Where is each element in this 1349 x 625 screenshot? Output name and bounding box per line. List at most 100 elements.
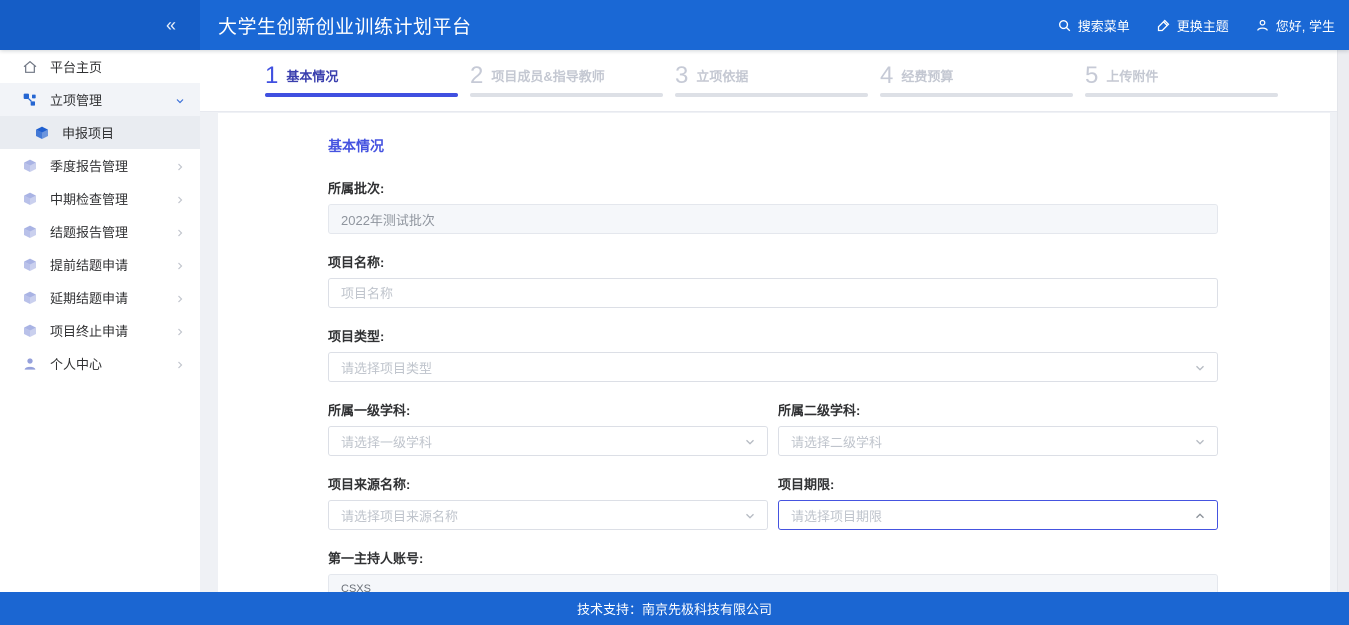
leader-account-input xyxy=(341,583,1205,592)
change-theme-button[interactable]: 更换主题 xyxy=(1156,16,1229,35)
sidebar-item-declare-project[interactable]: 申报项目 xyxy=(0,116,200,149)
search-menu-label: 搜索菜单 xyxy=(1078,16,1130,35)
step-number: 3 xyxy=(675,64,688,88)
duration-field-group: 项目期限: 请选择项目期限 xyxy=(778,476,1218,530)
theme-brush-icon xyxy=(1156,18,1171,33)
step-basic-info[interactable]: 1 基本情况 xyxy=(265,64,458,97)
sidebar-item-project-termination[interactable]: 项目终止申请 xyxy=(0,314,200,347)
cube-icon xyxy=(22,257,38,273)
person-icon xyxy=(22,356,38,372)
discipline1-select[interactable]: 请选择一级学科 xyxy=(328,426,768,456)
user-greeting-label: 您好, 学生 xyxy=(1276,16,1335,35)
chevron-right-icon xyxy=(174,325,186,337)
sidebar-item-final-report[interactable]: 结题报告管理 xyxy=(0,215,200,248)
sidebar-item-midterm-check[interactable]: 中期检查管理 xyxy=(0,182,200,215)
step-project-basis[interactable]: 3 立项依据 xyxy=(675,64,868,97)
project-type-field-group: 项目类型: 请选择项目类型 xyxy=(328,328,1218,382)
chevron-down-icon xyxy=(743,435,757,454)
step-members-advisors[interactable]: 2 项目成员&指导教师 xyxy=(470,64,663,97)
source-duration-row: 项目来源名称: 请选择项目来源名称 项目期限: 请选择项目期限 xyxy=(328,476,1218,550)
chevron-down-icon xyxy=(743,509,757,528)
batch-label: 所属批次: xyxy=(328,180,1218,198)
batch-field-group: 所属批次: xyxy=(328,180,1218,234)
duration-select[interactable]: 请选择项目期限 xyxy=(778,500,1218,530)
project-flow-icon xyxy=(22,92,38,108)
source-name-placeholder: 请选择项目来源名称 xyxy=(341,506,755,525)
top-header: « 大学生创新创业训练计划平台 搜索菜单 更换主题 您好, 学生 xyxy=(0,0,1349,50)
sidebar-item-quarterly-report[interactable]: 季度报告管理 xyxy=(0,149,200,182)
search-icon xyxy=(1057,18,1072,33)
step-label: 经费预算 xyxy=(901,66,953,88)
header-actions: 搜索菜单 更换主题 您好, 学生 xyxy=(1057,0,1335,50)
sidebar-item-label: 平台主页 xyxy=(50,57,186,76)
vertical-scrollbar[interactable] xyxy=(1337,50,1349,592)
sidebar-item-personal-center[interactable]: 个人中心 xyxy=(0,347,200,380)
cube-icon xyxy=(22,191,38,207)
source-name-field-group: 项目来源名称: 请选择项目来源名称 xyxy=(328,476,768,530)
batch-input-wrapper xyxy=(328,204,1218,234)
chevron-down-icon xyxy=(1193,435,1207,454)
source-name-label: 项目来源名称: xyxy=(328,476,768,494)
project-name-field-group: 项目名称: xyxy=(328,254,1218,308)
sidebar-item-delay-conclusion[interactable]: 延期结题申请 xyxy=(0,281,200,314)
tech-support-text: 技术支持：南京先极科技有限公司 xyxy=(577,599,772,618)
project-type-select[interactable]: 请选择项目类型 xyxy=(328,352,1218,382)
change-theme-label: 更换主题 xyxy=(1177,16,1229,35)
project-type-placeholder: 请选择项目类型 xyxy=(341,358,1205,377)
sidebar-item-project-management[interactable]: 立项管理 xyxy=(0,83,200,116)
header-logo-area: « xyxy=(0,0,200,50)
user-menu[interactable]: 您好, 学生 xyxy=(1255,16,1335,35)
step-progress-bar xyxy=(470,93,663,97)
project-name-input-wrapper xyxy=(328,278,1218,308)
chevron-up-icon xyxy=(1193,509,1207,528)
step-upload-attachments[interactable]: 5 上传附件 xyxy=(1085,64,1278,97)
chevron-right-icon xyxy=(174,292,186,304)
chevron-right-icon xyxy=(174,193,186,205)
wizard-steps: 1 基本情况 2 项目成员&指导教师 3 立项依据 4 经费预算 xyxy=(200,50,1337,112)
cube-icon xyxy=(22,323,38,339)
step-progress-bar xyxy=(675,93,868,97)
cube-icon xyxy=(34,125,50,141)
step-number: 2 xyxy=(470,64,483,88)
sidebar-item-label: 结题报告管理 xyxy=(50,222,174,241)
duration-placeholder: 请选择项目期限 xyxy=(791,506,1205,525)
step-progress-bar xyxy=(880,93,1073,97)
discipline2-placeholder: 请选择二级学科 xyxy=(791,432,1205,451)
batch-input xyxy=(341,212,1205,227)
sidebar-item-label: 个人中心 xyxy=(50,354,174,373)
source-name-select[interactable]: 请选择项目来源名称 xyxy=(328,500,768,530)
page-footer: 技术支持：南京先极科技有限公司 xyxy=(0,592,1349,625)
step-label: 项目成员&指导教师 xyxy=(491,66,604,88)
cube-icon xyxy=(22,224,38,240)
chevron-right-icon xyxy=(174,226,186,238)
home-icon xyxy=(22,59,38,75)
sidebar-item-label: 项目终止申请 xyxy=(50,321,174,340)
sidebar-item-platform-home[interactable]: 平台主页 xyxy=(0,50,200,83)
chevron-right-icon xyxy=(174,358,186,370)
sidebar-item-early-conclusion[interactable]: 提前结题申请 xyxy=(0,248,200,281)
form-card: 基本情况 所属批次: 项目名称: 项目类型: 请选择项目类型 xyxy=(218,113,1330,592)
page-title: 大学生创新创业训练计划平台 xyxy=(218,12,472,39)
project-name-label: 项目名称: xyxy=(328,254,1218,272)
app-page: « 大学生创新创业训练计划平台 搜索菜单 更换主题 您好, 学生 xyxy=(0,0,1349,625)
project-name-input[interactable] xyxy=(341,286,1205,301)
step-budget[interactable]: 4 经费预算 xyxy=(880,64,1073,97)
sidebar-collapse-icon[interactable]: « xyxy=(166,16,176,34)
step-number: 1 xyxy=(265,64,278,88)
discipline2-label: 所属二级学科: xyxy=(778,402,1218,420)
chevron-right-icon xyxy=(174,259,186,271)
sidebar-item-label: 季度报告管理 xyxy=(50,156,174,175)
discipline1-label: 所属一级学科: xyxy=(328,402,768,420)
search-menu-button[interactable]: 搜索菜单 xyxy=(1057,16,1130,35)
sidebar-item-label: 提前结题申请 xyxy=(50,255,174,274)
sidebar-item-label: 立项管理 xyxy=(50,90,174,109)
chevron-right-icon xyxy=(174,160,186,172)
step-progress-bar xyxy=(1085,93,1278,97)
duration-label: 项目期限: xyxy=(778,476,1218,494)
step-number: 5 xyxy=(1085,64,1098,88)
step-label: 基本情况 xyxy=(286,66,338,88)
discipline2-select[interactable]: 请选择二级学科 xyxy=(778,426,1218,456)
cube-icon xyxy=(22,290,38,306)
discipline1-placeholder: 请选择一级学科 xyxy=(341,432,755,451)
discipline2-field-group: 所属二级学科: 请选择二级学科 xyxy=(778,402,1218,456)
